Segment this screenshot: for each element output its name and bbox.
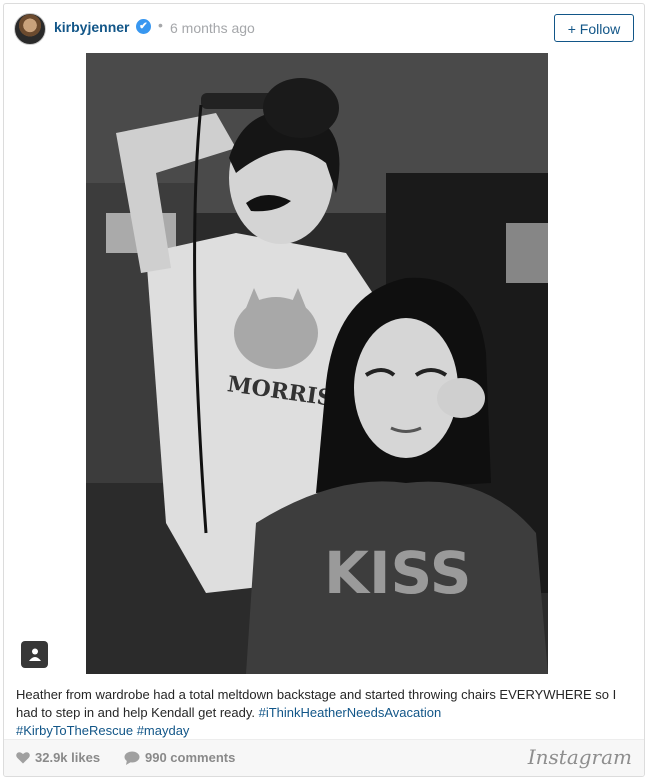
post-caption: Heather from wardrobe had a total meltdo… [16, 686, 626, 740]
user-tag-button[interactable] [21, 641, 48, 668]
separator-dot: • [158, 17, 163, 33]
likes-label: 32.9k likes [35, 750, 101, 765]
comments-count[interactable]: 990 comments [124, 750, 235, 765]
heart-icon [16, 752, 30, 764]
comment-bubble-icon [124, 751, 140, 765]
post-footer: 32.9k likes 990 comments Instagram [4, 739, 644, 776]
hashtag-link[interactable]: #KirbyToTheRescue [16, 723, 133, 738]
hashtag-link[interactable]: #iThinkHeatherNeedsAvacation [259, 705, 442, 720]
hashtag-link[interactable]: #mayday [137, 723, 190, 738]
comments-label: 990 comments [145, 750, 236, 765]
likes-count[interactable]: 32.9k likes [16, 750, 100, 765]
user-avatar[interactable] [14, 13, 46, 45]
shirt-print-kiss: KISS [324, 539, 471, 607]
instagram-logo[interactable]: Instagram [528, 745, 632, 769]
post-timestamp[interactable]: 6 months ago [170, 20, 255, 36]
post-header: kirbyjenner ✔ • 6 months ago + Follow [4, 4, 644, 50]
follow-button[interactable]: + Follow [554, 14, 634, 42]
photo-illustration: MORRIS KISS [86, 53, 548, 674]
instagram-embed-card: kirbyjenner ✔ • 6 months ago + Follow MO… [3, 3, 645, 777]
post-photo[interactable]: MORRIS KISS [86, 53, 548, 674]
username-link[interactable]: kirbyjenner [54, 19, 129, 35]
verified-badge-icon: ✔ [136, 19, 151, 34]
user-tag-icon [28, 648, 41, 661]
